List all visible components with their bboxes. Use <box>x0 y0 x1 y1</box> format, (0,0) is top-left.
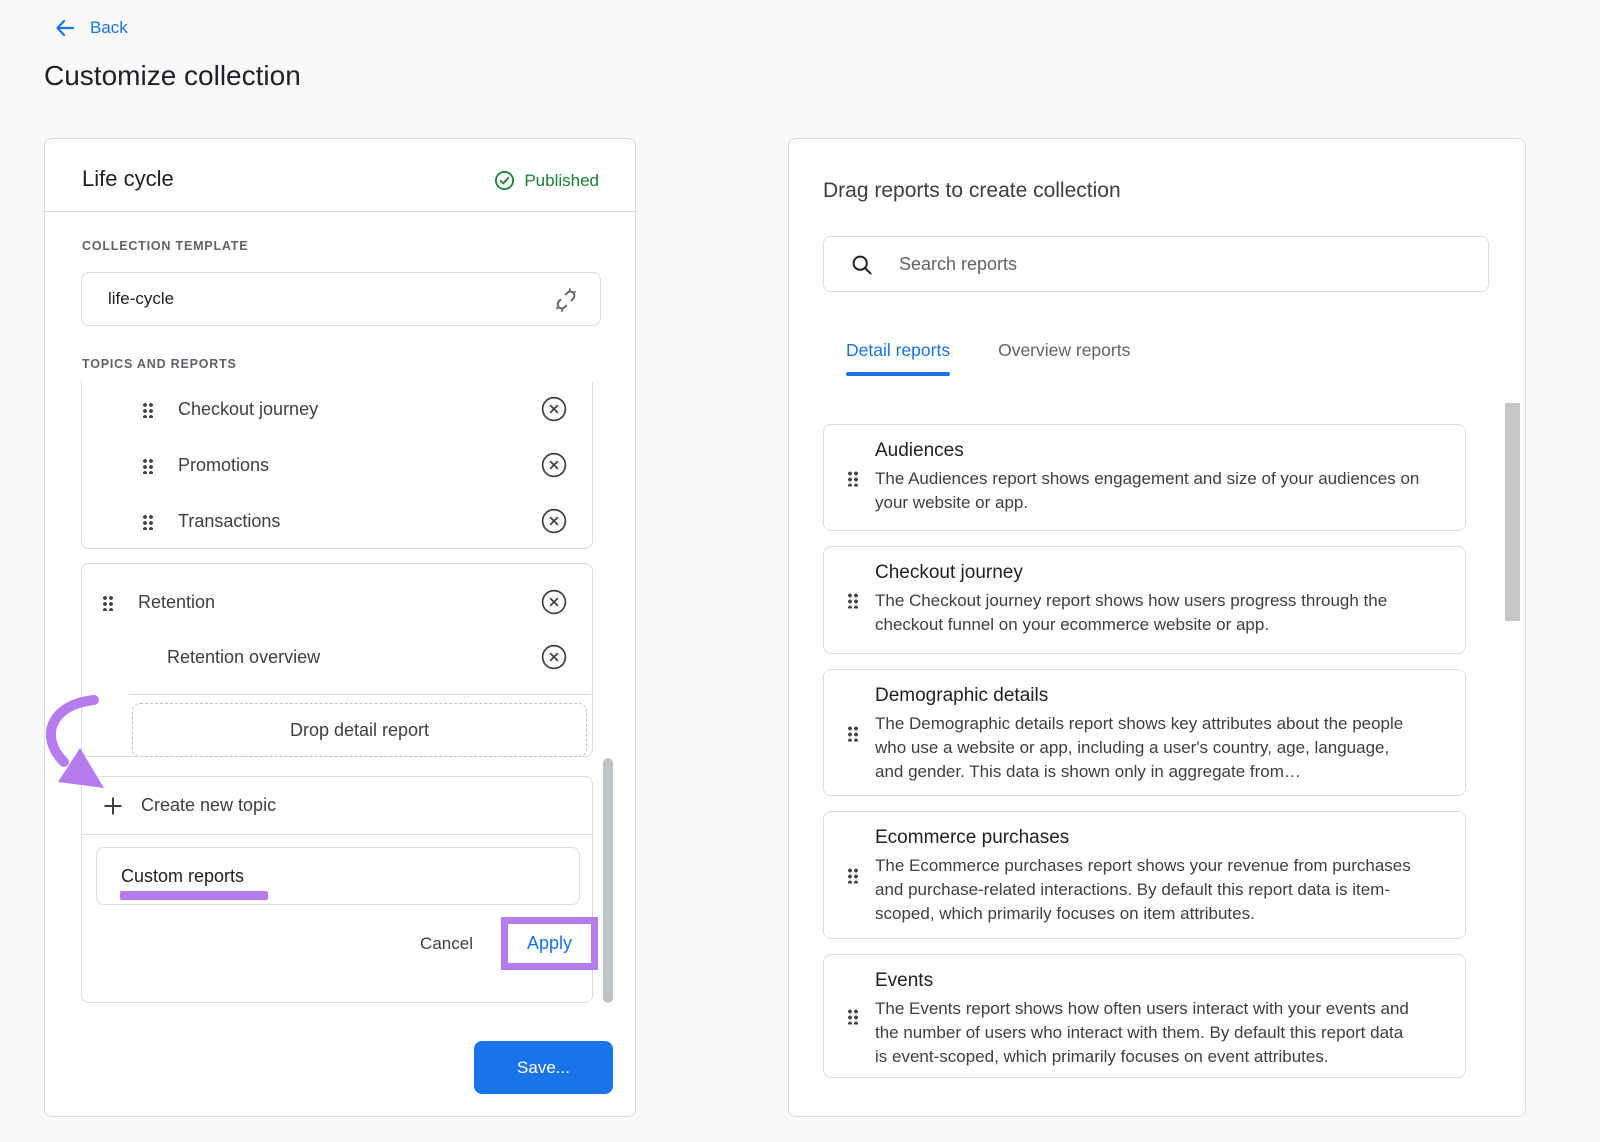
report-card-description: The Checkout journey report shows how us… <box>875 589 1420 637</box>
tab-overview-reports[interactable]: Overview reports <box>998 340 1130 376</box>
drag-handle-icon[interactable] <box>847 1008 858 1025</box>
report-tabs: Detail reports Overview reports <box>846 340 1130 376</box>
back-link[interactable]: Back <box>54 17 128 39</box>
report-label: Promotions <box>178 455 269 476</box>
drag-handle-icon[interactable] <box>847 469 858 486</box>
drag-handle-icon[interactable] <box>102 594 113 611</box>
drag-handle-icon[interactable] <box>847 592 858 609</box>
report-card[interactable]: Demographic details The Demographic deta… <box>823 669 1466 796</box>
topics-section-label: TOPICS AND REPORTS <box>82 357 237 371</box>
link-off-icon[interactable] <box>554 288 578 312</box>
picker-title: Drag reports to create collection <box>823 179 1121 203</box>
collection-editor-panel: Life cycle Published COLLECTION TEMPLATE… <box>44 138 636 1117</box>
tab-detail-reports[interactable]: Detail reports <box>846 340 950 376</box>
apply-button[interactable]: Apply <box>508 924 591 963</box>
tab-label: Detail reports <box>846 340 950 360</box>
collection-name: Life cycle <box>82 166 174 192</box>
report-card-title: Demographic details <box>875 685 1441 707</box>
annotation-box: Apply <box>501 917 598 970</box>
create-topic-group: Create new topic Cancel Apply <box>81 776 593 1003</box>
report-label: Checkout journey <box>178 399 318 420</box>
remove-icon[interactable] <box>533 636 575 678</box>
report-card-title: Events <box>875 970 1441 992</box>
report-card-title: Audiences <box>875 440 1441 462</box>
report-row[interactable]: Retention overview <box>82 630 592 684</box>
remove-icon[interactable] <box>533 500 575 542</box>
report-row[interactable]: Checkout journey <box>82 381 592 437</box>
topic-group-retention: Retention Retention overview Drop detail… <box>81 563 593 757</box>
drop-detail-report-zone[interactable]: Drop detail report <box>132 703 587 757</box>
divider <box>129 694 591 695</box>
search-field <box>823 236 1489 292</box>
drag-handle-icon[interactable] <box>142 457 153 474</box>
drag-handle-icon[interactable] <box>847 867 858 884</box>
report-card-description: The Audiences report shows engagement an… <box>875 467 1420 515</box>
report-card[interactable]: Checkout journey The Checkout journey re… <box>823 546 1466 654</box>
template-input[interactable] <box>82 273 600 325</box>
status-label: Published <box>524 171 599 191</box>
tab-label: Overview reports <box>998 340 1130 360</box>
report-row[interactable]: Transactions <box>82 493 592 549</box>
plus-icon <box>102 795 124 817</box>
customize-collection-page: Back Customize collection Life cycle Pub… <box>0 0 1600 1142</box>
report-label: Transactions <box>178 511 280 532</box>
search-icon <box>850 253 874 277</box>
remove-icon[interactable] <box>533 444 575 486</box>
drag-handle-icon[interactable] <box>142 513 153 530</box>
report-card-title: Checkout journey <box>875 562 1441 584</box>
report-card-description: The Ecommerce purchases report shows you… <box>875 854 1420 926</box>
cancel-button[interactable]: Cancel <box>420 934 473 954</box>
report-card[interactable]: Ecommerce purchases The Ecommerce purcha… <box>823 811 1466 939</box>
divider <box>82 834 592 835</box>
remove-icon[interactable] <box>533 388 575 430</box>
template-section-label: COLLECTION TEMPLATE <box>82 239 248 253</box>
create-new-topic-button[interactable]: Create new topic <box>82 777 592 834</box>
page-title: Customize collection <box>44 60 301 92</box>
template-field <box>81 272 601 326</box>
new-topic-field <box>96 847 580 905</box>
topic-label: Retention <box>138 592 215 613</box>
remove-icon[interactable] <box>533 581 575 623</box>
topic-group: Checkout journey Promotions Transactions <box>81 381 593 549</box>
report-picker-panel: Drag reports to create collection Detail… <box>788 138 1526 1117</box>
active-tab-indicator <box>846 372 950 376</box>
report-card[interactable]: Events The Events report shows how often… <box>823 954 1466 1078</box>
report-row[interactable]: Promotions <box>82 437 592 493</box>
report-card[interactable]: Audiences The Audiences report shows eng… <box>823 424 1466 531</box>
report-card-description: The Demographic details report shows key… <box>875 712 1420 784</box>
divider <box>45 211 635 212</box>
drag-handle-icon[interactable] <box>847 724 858 741</box>
report-list: Audiences The Audiences report shows eng… <box>823 424 1466 1078</box>
search-input[interactable] <box>824 237 1488 291</box>
report-card-description: The Events report shows how often users … <box>875 997 1420 1069</box>
scrollbar-thumb[interactable] <box>1505 403 1520 621</box>
new-topic-input[interactable] <box>97 848 579 904</box>
report-card-title: Ecommerce purchases <box>875 827 1441 849</box>
scrollbar-thumb[interactable] <box>603 758 613 1003</box>
check-circle-icon <box>494 170 515 191</box>
save-button[interactable]: Save... <box>474 1041 613 1094</box>
report-label: Retention overview <box>167 647 320 668</box>
topic-row[interactable]: Retention <box>82 574 592 630</box>
drop-zone-label: Drop detail report <box>290 720 429 741</box>
status-badge: Published <box>494 170 599 191</box>
back-arrow-icon <box>54 17 76 39</box>
drag-handle-icon[interactable] <box>142 401 153 418</box>
back-label: Back <box>90 18 128 38</box>
create-new-topic-label: Create new topic <box>141 795 276 816</box>
